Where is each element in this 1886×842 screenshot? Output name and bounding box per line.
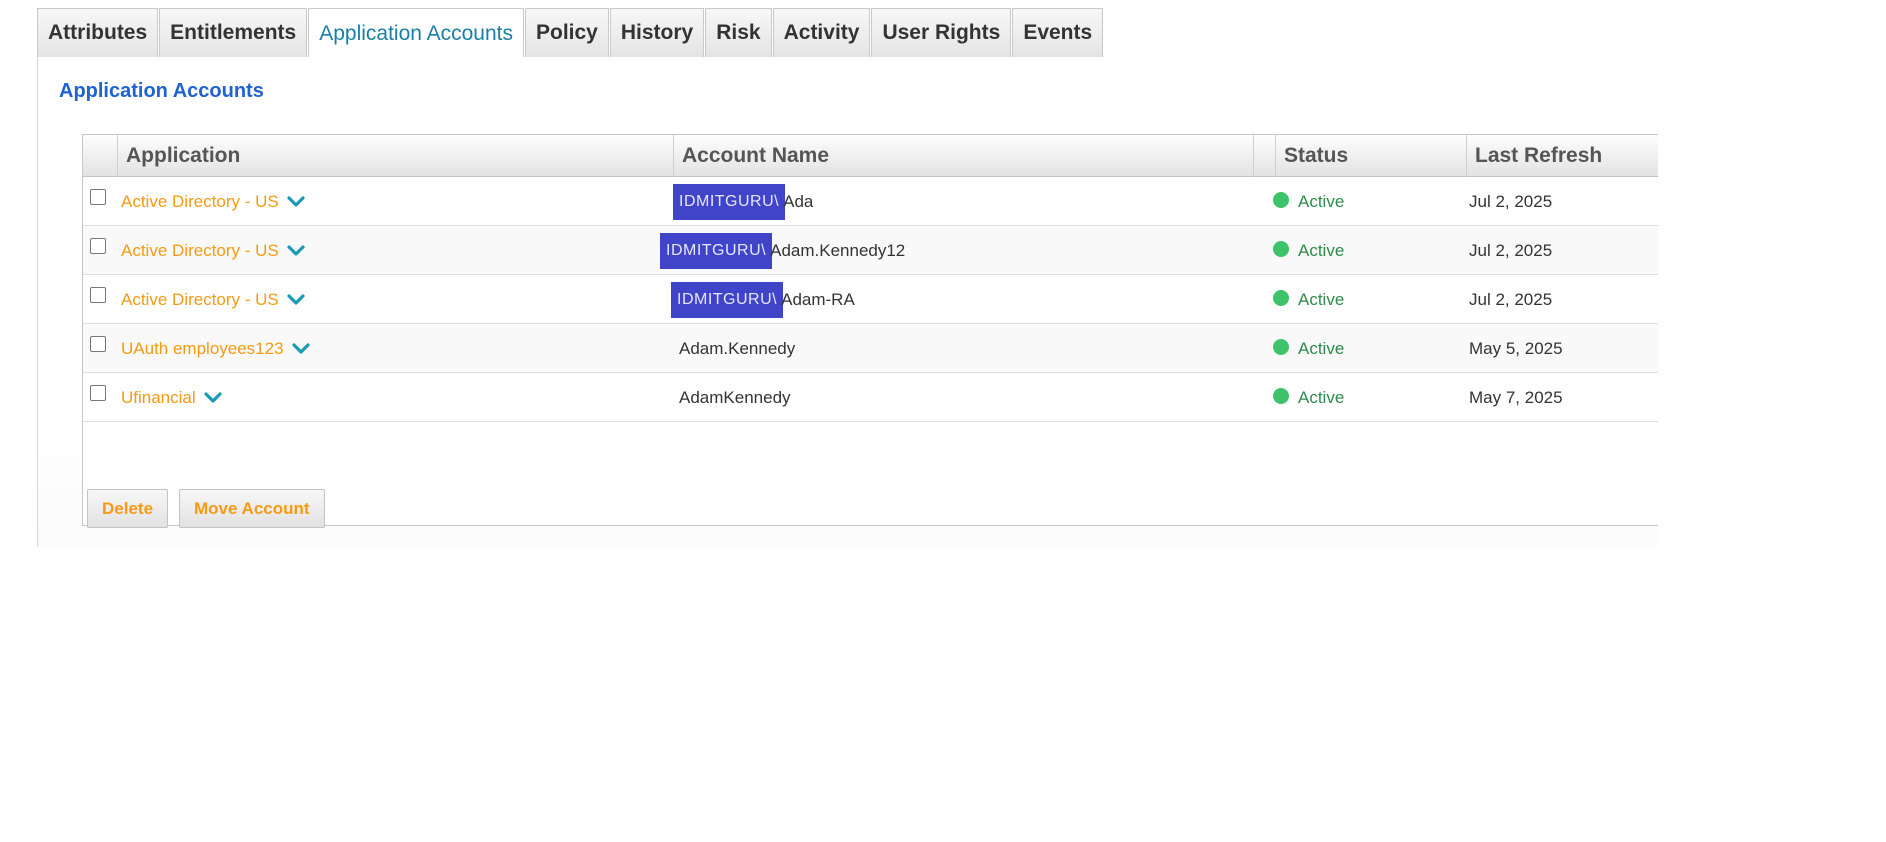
application-link[interactable]: Ufinancial: [121, 388, 196, 408]
tab-label: Events: [1023, 21, 1093, 44]
redacted-domain: IDMITGURU\: [673, 183, 786, 220]
status-dot-icon: [1273, 338, 1289, 355]
move-account-button[interactable]: Move Account: [179, 489, 325, 528]
account-name: Adam.Kennedy: [679, 338, 796, 358]
row-checkbox[interactable]: [90, 189, 106, 205]
row-checkbox[interactable]: [90, 385, 106, 401]
tab-user-rights[interactable]: User Rights: [871, 8, 1012, 57]
delete-button[interactable]: Delete: [87, 489, 169, 528]
account-name: Adam-RA: [781, 289, 855, 309]
status-text: Active: [1298, 338, 1345, 358]
accounts-table: Application Account Name Status Last Ref…: [82, 134, 1658, 528]
tab-label: Application Accounts: [319, 21, 513, 45]
table-row: Active Directory - US IDMITGURU\ Adam.Ke…: [83, 226, 1658, 275]
account-name-cell: AdamKennedy: [679, 373, 791, 422]
table-row: Active Directory - US IDMITGURU\ Adam-RA…: [83, 275, 1658, 324]
status-cell: Active: [1273, 177, 1344, 226]
last-refresh-cell: Jul 2, 2025: [1469, 289, 1553, 309]
tab-label: Activity: [783, 21, 860, 44]
account-name: AdamKennedy: [679, 387, 791, 407]
status-cell: Active: [1273, 373, 1344, 422]
header-account-name[interactable]: Account Name: [673, 135, 1253, 177]
status-dot-icon: [1273, 191, 1289, 208]
status-text: Active: [1298, 387, 1345, 407]
application-link[interactable]: UAuth employees123: [121, 339, 284, 359]
application-link[interactable]: Active Directory - US: [121, 241, 279, 261]
status-cell: Active: [1273, 226, 1344, 275]
tab-bar: Attributes Entitlements Application Acco…: [37, 8, 1104, 58]
status-dot-icon: [1273, 240, 1289, 257]
tab-label: User Rights: [882, 21, 1001, 44]
status-cell: Active: [1273, 275, 1344, 324]
application-accounts-panel: Application Accounts Application Account…: [37, 57, 1658, 547]
application-cell: Ufinancial: [121, 373, 222, 422]
status-dot-icon: [1273, 387, 1289, 404]
row-checkbox[interactable]: [90, 287, 106, 303]
chevron-down-icon[interactable]: [287, 195, 305, 209]
tab-label: Attributes: [48, 21, 148, 44]
application-cell: Active Directory - US: [121, 275, 305, 324]
application-link[interactable]: Active Directory - US: [121, 192, 279, 212]
account-name-cell: IDMITGURU\ Ada: [673, 177, 813, 226]
tab-label: Risk: [716, 21, 761, 44]
tab-events[interactable]: Events: [1012, 8, 1104, 57]
account-name: Adam.Kennedy12: [770, 240, 906, 260]
chevron-down-icon[interactable]: [287, 244, 305, 258]
account-name-cell: IDMITGURU\ Adam-RA: [671, 275, 855, 324]
header-spacer: [1253, 135, 1275, 177]
last-refresh-cell: May 5, 2025: [1469, 338, 1563, 358]
status-text: Active: [1298, 191, 1345, 211]
redacted-domain: IDMITGURU\: [671, 281, 784, 318]
status-cell: Active: [1273, 324, 1344, 373]
table-header: Application Account Name Status Last Ref…: [83, 135, 1658, 177]
identity-details-page: Attributes Entitlements Application Acco…: [0, 0, 1886, 842]
header-status[interactable]: Status: [1275, 135, 1466, 177]
account-name-cell: Adam.Kennedy: [679, 324, 795, 373]
section-title: Application Accounts: [59, 80, 264, 102]
tab-attributes[interactable]: Attributes: [37, 8, 159, 57]
tab-risk[interactable]: Risk: [705, 8, 772, 57]
header-application[interactable]: Application: [117, 135, 673, 177]
chevron-down-icon[interactable]: [204, 391, 222, 405]
status-dot-icon: [1273, 289, 1289, 306]
row-checkbox[interactable]: [90, 238, 106, 254]
application-cell: UAuth employees123: [121, 324, 310, 373]
tab-label: Policy: [536, 21, 598, 44]
status-text: Active: [1298, 289, 1345, 309]
application-link[interactable]: Active Directory - US: [121, 290, 279, 310]
table-row: Ufinancial AdamKennedy Active May 7, 202…: [83, 373, 1658, 422]
table-row: Active Directory - US IDMITGURU\ Ada Act…: [83, 177, 1658, 226]
table-row: UAuth employees123 Adam.Kennedy Active M…: [83, 324, 1658, 373]
header-select-column: [83, 135, 117, 177]
last-refresh-cell: Jul 2, 2025: [1469, 240, 1553, 260]
tab-activity[interactable]: Activity: [772, 8, 871, 57]
redacted-domain: IDMITGURU\: [660, 232, 773, 269]
application-cell: Active Directory - US: [121, 226, 305, 275]
tab-application-accounts[interactable]: Application Accounts: [308, 8, 524, 58]
tab-label: History: [620, 21, 694, 44]
status-text: Active: [1298, 240, 1345, 260]
row-checkbox[interactable]: [90, 336, 106, 352]
account-name-cell: IDMITGURU\ Adam.Kennedy12: [660, 226, 905, 275]
tab-label: Entitlements: [170, 21, 297, 44]
chevron-down-icon[interactable]: [287, 293, 305, 307]
tab-policy[interactable]: Policy: [525, 8, 609, 57]
last-refresh-cell: Jul 2, 2025: [1469, 191, 1553, 211]
chevron-down-icon[interactable]: [291, 342, 310, 356]
header-last-refresh[interactable]: Last Refresh: [1466, 135, 1659, 177]
application-cell: Active Directory - US: [121, 177, 305, 226]
last-refresh-cell: May 7, 2025: [1469, 387, 1563, 407]
tab-entitlements[interactable]: Entitlements: [159, 8, 308, 57]
account-name: Ada: [783, 191, 814, 211]
tab-history[interactable]: History: [609, 8, 705, 57]
